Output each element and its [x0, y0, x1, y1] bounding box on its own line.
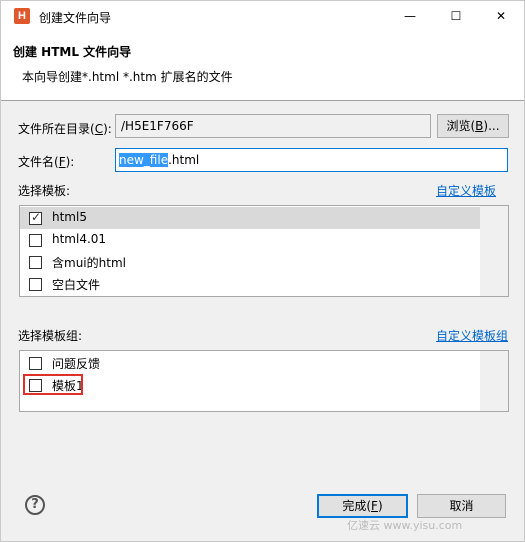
templates-list: ✓ html5 html4.01 含mui的html 空白文件: [19, 205, 509, 297]
finish-button[interactable]: 完成(F): [317, 494, 408, 518]
custom-template-groups-link[interactable]: 自定义模板组: [436, 327, 508, 344]
template-group-item-feedback[interactable]: 问题反馈: [20, 352, 480, 374]
template-groups-label: 选择模板组:: [18, 329, 83, 343]
template-groups-list-scrollbar[interactable]: [480, 351, 508, 411]
cancel-button[interactable]: 取消: [417, 494, 506, 518]
template-checkbox-html4[interactable]: [29, 234, 42, 247]
filename-input[interactable]: new_file.html: [115, 148, 508, 172]
browse-button[interactable]: 浏览(B)...: [437, 114, 509, 138]
wizard-window: H 创建文件向导 — ☐ ✕ 创建 HTML 文件向导 本向导创建*.html …: [0, 0, 525, 542]
banner-title: 创建 HTML 文件向导: [13, 45, 132, 59]
maximize-icon[interactable]: ☐: [433, 1, 479, 31]
hbuilder-app-icon: H: [14, 8, 30, 24]
filename-selected-text: new_file: [119, 153, 169, 167]
wizard-banner: 创建 HTML 文件向导 本向导创建*.html *.htm 扩展名的文件: [1, 31, 524, 101]
template-item-html5[interactable]: ✓ html5: [20, 207, 480, 229]
template-item-html4[interactable]: html4.01: [20, 229, 480, 251]
template-item-blank[interactable]: 空白文件: [20, 273, 480, 295]
template-group-checkbox-feedback[interactable]: [29, 357, 42, 370]
template-groups-list: 问题反馈 模板1: [19, 350, 509, 412]
minimize-icon[interactable]: —: [387, 1, 433, 31]
template-checkbox-html5[interactable]: ✓: [29, 210, 42, 225]
template-checkbox-mui[interactable]: [29, 256, 42, 269]
template-item-mui[interactable]: 含mui的html: [20, 251, 480, 273]
directory-label: 文件所在目录(C):: [18, 122, 112, 136]
watermark: 亿速云 www.yisu.com: [347, 519, 463, 532]
templates-label: 选择模板:: [18, 184, 71, 198]
window-title: 创建文件向导: [39, 11, 112, 25]
highlight-box: [23, 374, 83, 395]
templates-list-scrollbar[interactable]: [480, 206, 508, 296]
close-icon[interactable]: ✕: [478, 1, 524, 31]
banner-description: 本向导创建*.html *.htm 扩展名的文件: [22, 70, 233, 84]
filename-extension-text: .html: [168, 153, 200, 167]
custom-templates-link[interactable]: 自定义模板: [436, 182, 496, 199]
check-icon: ✓: [31, 210, 42, 224]
template-checkbox-blank[interactable]: [29, 278, 42, 291]
directory-field[interactable]: /H5E1F766F: [115, 114, 431, 138]
filename-label: 文件名(F):: [18, 155, 75, 169]
help-icon[interactable]: ?: [25, 495, 45, 515]
title-bar: H 创建文件向导 — ☐ ✕: [1, 1, 524, 31]
template-group-item-template1[interactable]: 模板1: [20, 374, 480, 396]
